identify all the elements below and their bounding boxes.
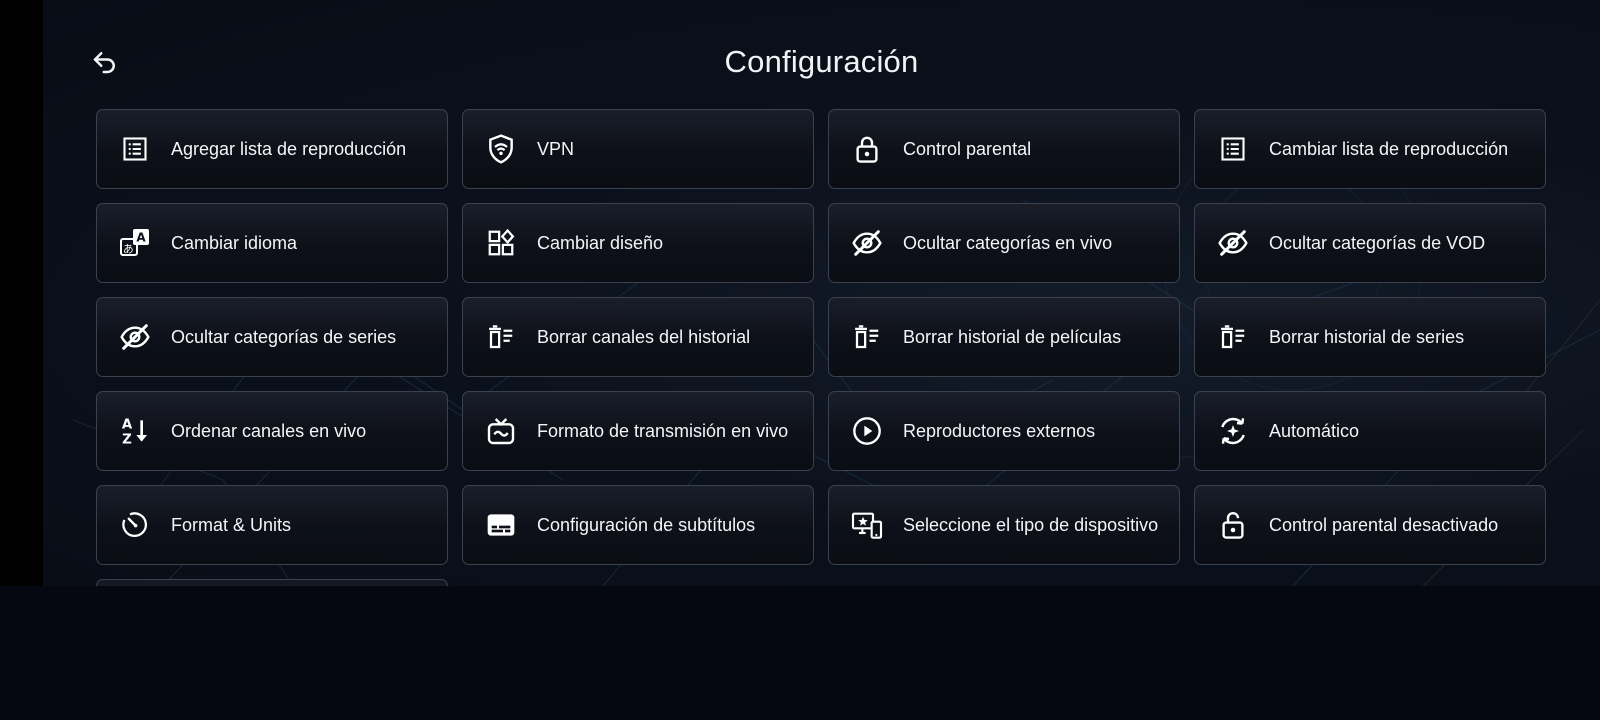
play-circle-icon <box>851 415 883 447</box>
tile-label: Ocultar categorías en vivo <box>903 232 1113 253</box>
tile-label: Seleccione el tipo de dispositivo <box>903 514 1159 535</box>
tile-label: Format & Units <box>171 514 292 535</box>
translate-icon: Aあ <box>119 227 151 259</box>
subtitles-icon <box>485 509 517 541</box>
shield-wifi-icon <box>485 133 517 165</box>
tile-parental-control-off[interactable]: Control parental desactivado <box>1194 485 1546 565</box>
tile-change-layout[interactable]: Cambiar diseño <box>462 203 814 283</box>
tile-label: Borrar historial de películas <box>903 326 1122 347</box>
tile-label: Agregar lista de reproducción <box>171 138 407 159</box>
svg-text:A: A <box>122 417 133 432</box>
delete-list-icon <box>485 321 517 353</box>
bottom-black-area <box>0 586 1600 720</box>
tile-hide-vod-categories[interactable]: Ocultar categorías de VOD <box>1194 203 1546 283</box>
devices-icon <box>851 509 883 541</box>
lock-icon <box>851 133 883 165</box>
tile-label: Control parental desactivado <box>1269 514 1499 535</box>
tile-label: Automático <box>1269 420 1360 441</box>
tile-add-playlist[interactable]: Agregar lista de reproducción <box>96 109 448 189</box>
auto-refresh-icon <box>1217 415 1249 447</box>
tile-label: Borrar canales del historial <box>537 326 751 347</box>
eye-off-icon <box>851 227 883 259</box>
layout-icon <box>485 227 517 259</box>
tile-automatic[interactable]: Automático <box>1194 391 1546 471</box>
svg-text:あ: あ <box>123 242 134 255</box>
tile-label: Reproductores externos <box>903 420 1096 441</box>
tile-parental-control[interactable]: Control parental <box>828 109 1180 189</box>
tile-label: VPN <box>537 138 575 159</box>
tile-label: Ordenar canales en vivo <box>171 420 367 441</box>
tile-label: Formato de transmisión en vivo <box>537 420 789 441</box>
unlock-icon <box>1217 509 1249 541</box>
live-tv-icon <box>485 415 517 447</box>
settings-grid: Agregar lista de reproducción VPN Contro… <box>96 109 1546 565</box>
tile-label: Cambiar idioma <box>171 232 298 253</box>
tile-live-stream-format[interactable]: Formato de transmisión en vivo <box>462 391 814 471</box>
tile-clear-channel-history[interactable]: Borrar canales del historial <box>462 297 814 377</box>
svg-text:A: A <box>136 231 146 245</box>
tile-format-units[interactable]: Format & Units <box>96 485 448 565</box>
tile-vpn[interactable]: VPN <box>462 109 814 189</box>
tile-clear-series-history[interactable]: Borrar historial de series <box>1194 297 1546 377</box>
sort-az-icon: AZ <box>119 415 151 447</box>
svg-text:Z: Z <box>122 433 132 447</box>
tile-label: Ocultar categorías de VOD <box>1269 232 1486 253</box>
tile-subtitle-settings[interactable]: Configuración de subtítulos <box>462 485 814 565</box>
eye-off-icon <box>1217 227 1249 259</box>
tile-hide-live-categories[interactable]: Ocultar categorías en vivo <box>828 203 1180 283</box>
delete-list-icon <box>851 321 883 353</box>
list-icon <box>119 133 151 165</box>
tile-clear-movie-history[interactable]: Borrar historial de películas <box>828 297 1180 377</box>
left-edge-strip <box>0 0 43 586</box>
settings-screen: Configuración Agregar lista de reproducc… <box>43 0 1600 586</box>
tile-label: Cambiar lista de reproducción <box>1269 138 1509 159</box>
tile-select-device-type[interactable]: Seleccione el tipo de dispositivo <box>828 485 1180 565</box>
tile-label: Cambiar diseño <box>537 232 664 253</box>
eye-off-icon <box>119 321 151 353</box>
tile-label: Borrar historial de series <box>1269 326 1465 347</box>
tile-change-language[interactable]: Aあ Cambiar idioma <box>96 203 448 283</box>
tile-hide-series-categories[interactable]: Ocultar categorías de series <box>96 297 448 377</box>
list-icon <box>1217 133 1249 165</box>
tile-label: Control parental <box>903 138 1032 159</box>
tile-label: Ocultar categorías de series <box>171 326 397 347</box>
page-title: Configuración <box>724 44 919 79</box>
tile-label: Configuración de subtítulos <box>537 514 756 535</box>
tile-sort-live-channels[interactable]: AZ Ordenar canales en vivo <box>96 391 448 471</box>
timer-icon <box>119 509 151 541</box>
tile-change-playlist[interactable]: Cambiar lista de reproducción <box>1194 109 1546 189</box>
tile-external-players[interactable]: Reproductores externos <box>828 391 1180 471</box>
delete-list-icon <box>1217 321 1249 353</box>
